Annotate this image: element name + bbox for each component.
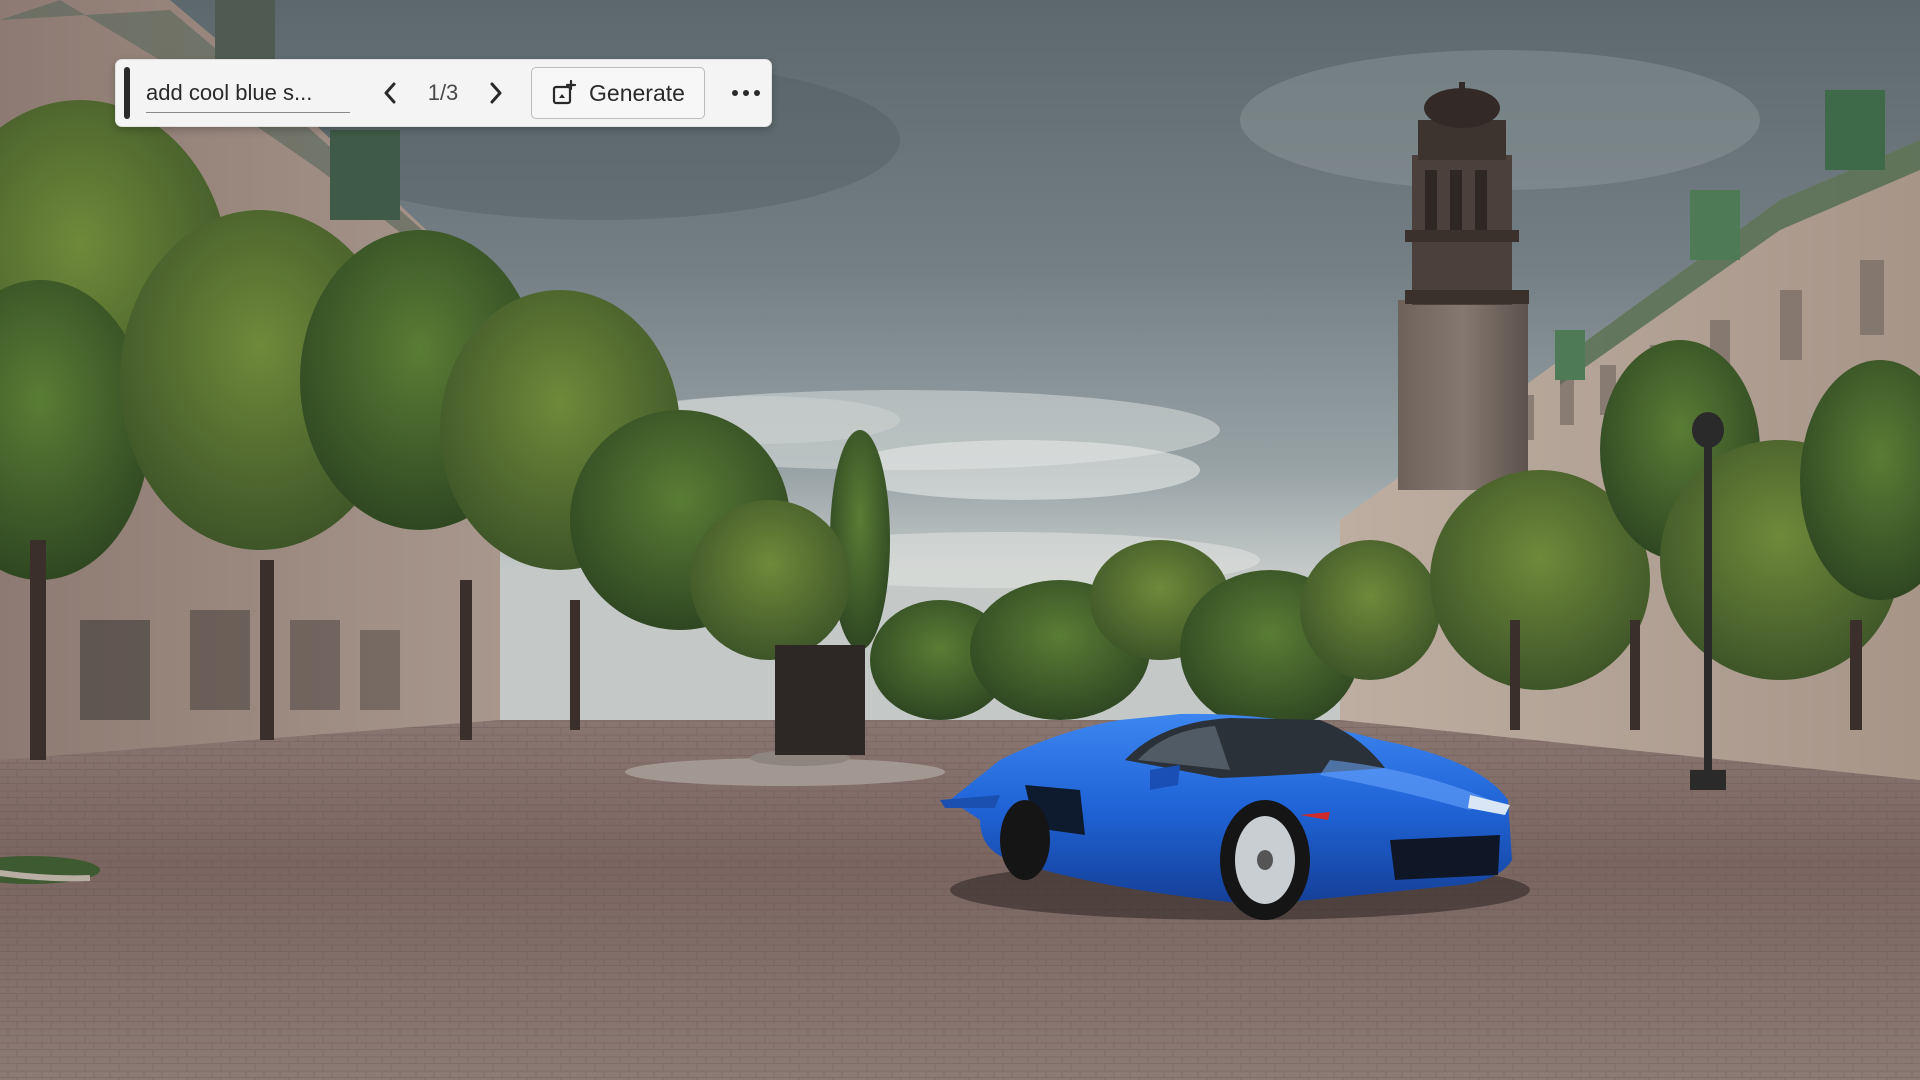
prompt-text: add cool blue s... bbox=[146, 80, 312, 106]
more-options-icon bbox=[731, 89, 761, 97]
next-variation-button[interactable] bbox=[476, 67, 516, 119]
generate-button[interactable]: Generate bbox=[531, 67, 705, 119]
more-options-button[interactable] bbox=[717, 67, 775, 119]
prompt-input[interactable]: add cool blue s... bbox=[146, 67, 350, 119]
generative-fill-icon bbox=[551, 80, 577, 106]
chevron-left-icon bbox=[383, 82, 397, 104]
variation-counter: 1/3 bbox=[410, 80, 476, 106]
generate-label: Generate bbox=[589, 80, 685, 107]
chevron-right-icon bbox=[489, 82, 503, 104]
previous-variation-button[interactable] bbox=[370, 67, 410, 119]
canvas: add cool blue s... 1/3 Generate bbox=[0, 0, 1920, 1080]
contextual-taskbar: add cool blue s... 1/3 Generate bbox=[115, 59, 772, 127]
edited-photo bbox=[0, 0, 1920, 1080]
drag-handle[interactable] bbox=[124, 67, 130, 119]
